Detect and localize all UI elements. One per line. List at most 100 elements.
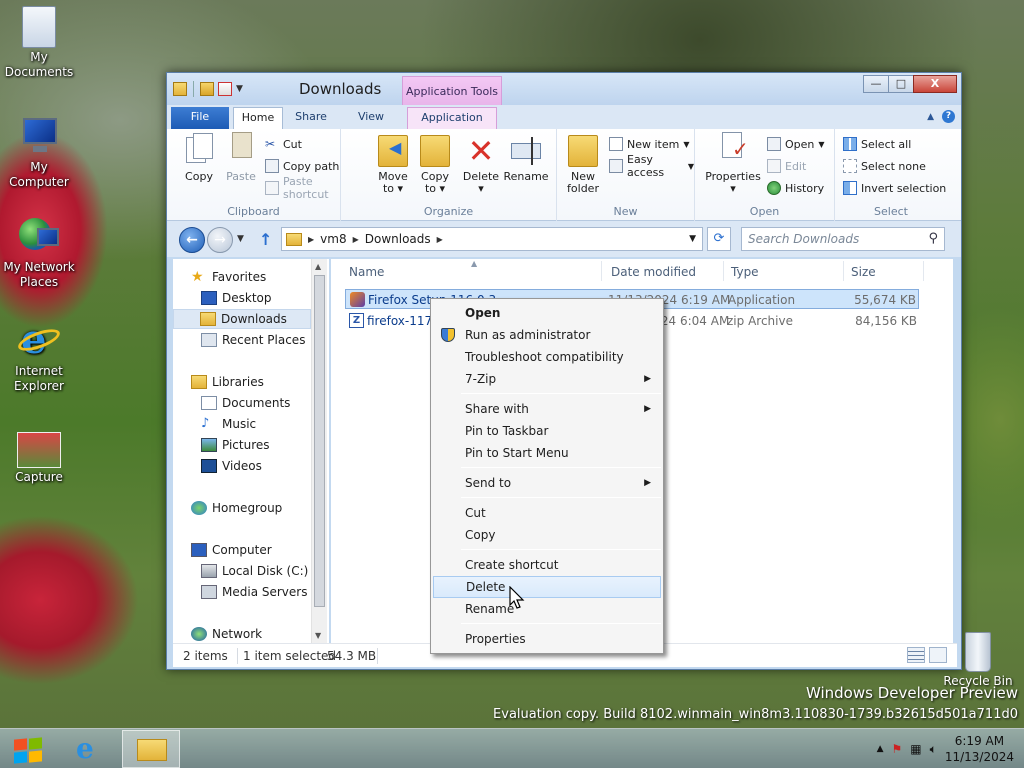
nav-downloads[interactable]: Downloads <box>173 309 311 329</box>
taskbar-file-explorer[interactable] <box>122 730 180 768</box>
tab-file[interactable]: File <box>171 107 229 129</box>
select-none-button[interactable]: Select none <box>843 157 926 175</box>
nav-media-servers[interactable]: Media Servers <box>201 582 307 602</box>
properties-qat-icon[interactable] <box>200 82 214 96</box>
breadcrumb-arrow-icon[interactable]: ▶ <box>308 235 314 244</box>
details-view-button[interactable] <box>907 647 925 663</box>
menu-item-pin-to-start[interactable]: Pin to Start Menu <box>433 442 661 464</box>
taskbar-internet-explorer[interactable]: e <box>62 730 120 768</box>
refresh-button[interactable]: ⟳ <box>707 227 731 251</box>
scroll-up-icon[interactable]: ▲ <box>315 262 321 271</box>
cut-button[interactable]: ✂ Cut <box>265 135 302 153</box>
paste-button[interactable]: Paste <box>223 132 259 183</box>
menu-item-cut[interactable]: Cut <box>433 502 661 524</box>
menu-item-share-with[interactable]: Share with ▶ <box>433 398 661 420</box>
menu-item-send-to[interactable]: Send to ▶ <box>433 472 661 494</box>
nav-videos[interactable]: Videos <box>201 456 262 476</box>
desktop-icon-recycle-bin[interactable]: Recycle Bin <box>938 632 1018 688</box>
clock[interactable]: 6:19 AM 11/13/2024 <box>945 733 1014 765</box>
easy-access-button[interactable]: Easy access ▼ <box>609 153 694 179</box>
menu-item-delete[interactable]: Delete <box>433 576 661 598</box>
chevron-down-icon[interactable]: ▼ <box>236 84 243 94</box>
search-input[interactable]: Search Downloads ⚲ <box>741 227 945 251</box>
menu-item-7zip[interactable]: 7-Zip ▶ <box>433 368 661 390</box>
up-arrow-icon[interactable]: ↑ <box>259 230 272 249</box>
nav-favorites[interactable]: ★ Favorites <box>191 267 266 287</box>
menu-item-run-as-administrator[interactable]: Run as administrator <box>433 324 661 346</box>
start-button[interactable] <box>8 735 48 765</box>
nav-pictures[interactable]: Pictures <box>201 435 270 455</box>
address-bar[interactable]: ▶ vm8 ▶ Downloads ▶ ▼ <box>281 227 703 251</box>
title-bar[interactable]: ▼ Downloads Application Tools — □ X <box>167 73 961 106</box>
recent-locations-chevron-icon[interactable]: ▼ <box>237 234 244 244</box>
desktop-icon-capture[interactable]: Capture <box>2 432 76 485</box>
desktop-icon-my-computer[interactable]: My Computer <box>2 114 76 190</box>
column-name[interactable]: Name <box>349 265 384 279</box>
tab-home[interactable]: Home <box>233 107 283 129</box>
breadcrumb-arrow-icon[interactable]: ▶ <box>353 235 359 244</box>
desktop-icon-my-network-places[interactable]: My Network Places <box>2 214 76 290</box>
nav-desktop[interactable]: Desktop <box>201 288 272 308</box>
menu-item-copy[interactable]: Copy <box>433 524 661 546</box>
scroll-down-icon[interactable]: ▼ <box>315 631 321 640</box>
breadcrumb-vm8[interactable]: vm8 <box>320 232 346 246</box>
copy-button[interactable]: Copy <box>181 133 217 183</box>
nav-recent-places[interactable]: Recent Places <box>201 330 305 350</box>
videos-icon <box>201 459 217 473</box>
copy-to-button[interactable]: Copy to ▾ <box>415 135 455 195</box>
collapse-ribbon-icon[interactable]: ▲ <box>927 112 934 122</box>
new-item-button[interactable]: New item ▼ <box>609 135 690 153</box>
menu-item-open[interactable]: Open <box>433 302 661 324</box>
close-button[interactable]: X <box>913 75 957 93</box>
column-date-modified[interactable]: Date modified <box>611 265 696 279</box>
nav-computer[interactable]: Computer <box>191 540 272 560</box>
history-button[interactable]: History <box>767 179 824 197</box>
contextual-tab-group: Application Tools <box>402 76 502 106</box>
nav-documents[interactable]: Documents <box>201 393 290 413</box>
menu-item-create-shortcut[interactable]: Create shortcut <box>433 554 661 576</box>
nav-homegroup[interactable]: Homegroup <box>191 498 282 518</box>
edit-button[interactable]: Edit <box>767 157 806 175</box>
nav-local-disk[interactable]: Local Disk (C:) <box>201 561 308 581</box>
hard-drive-icon <box>201 564 217 578</box>
paste-shortcut-button[interactable]: Paste shortcut <box>265 175 340 201</box>
rename-button[interactable]: Rename <box>503 135 549 183</box>
tab-view[interactable]: View <box>351 107 391 129</box>
nav-network[interactable]: Network <box>191 624 262 644</box>
address-dropdown-icon[interactable]: ▼ <box>689 234 696 244</box>
select-all-button[interactable]: Select all <box>843 135 911 153</box>
breadcrumb-arrow-icon[interactable]: ▶ <box>437 235 443 244</box>
desktop-icon-my-documents[interactable]: My Documents <box>2 6 76 80</box>
maximize-button[interactable]: □ <box>888 75 914 93</box>
nav-music[interactable]: ♪ Music <box>201 414 256 434</box>
column-type[interactable]: Type <box>731 265 759 279</box>
network-status-icon[interactable]: ▦ <box>910 742 921 756</box>
volume-icon[interactable]: 🔈︎ <box>930 742 937 757</box>
tab-share[interactable]: Share <box>291 107 331 129</box>
action-center-flag-icon[interactable]: ⚑ <box>892 742 903 756</box>
scroll-thumb[interactable] <box>314 275 325 607</box>
move-to-button[interactable]: ◀ Move to ▾ <box>373 135 413 195</box>
open-button[interactable]: Open ▼ <box>767 135 825 153</box>
menu-item-pin-to-taskbar[interactable]: Pin to Taskbar <box>433 420 661 442</box>
back-button[interactable]: ← <box>179 227 205 253</box>
invert-selection-button[interactable]: Invert selection <box>843 179 946 197</box>
nav-libraries[interactable]: Libraries <box>191 372 264 392</box>
nav-scrollbar[interactable]: ▲ ▼ <box>311 259 327 643</box>
menu-item-rename[interactable]: Rename <box>433 598 661 620</box>
tab-application[interactable]: Application <box>407 107 497 129</box>
desktop-icon-internet-explorer[interactable]: e Internet Explorer <box>2 318 76 394</box>
properties-button[interactable]: ✓ Properties ▾ <box>703 132 763 195</box>
show-hidden-icons-icon[interactable]: ▲ <box>877 744 884 754</box>
menu-item-troubleshoot[interactable]: Troubleshoot compatibility <box>433 346 661 368</box>
minimize-button[interactable]: — <box>863 75 889 93</box>
new-folder-button[interactable]: New folder <box>563 135 603 195</box>
menu-item-properties[interactable]: Properties <box>433 628 661 650</box>
help-icon[interactable]: ? <box>942 110 955 123</box>
column-size[interactable]: Size <box>851 265 876 279</box>
breadcrumb-downloads[interactable]: Downloads <box>365 232 431 246</box>
delete-button[interactable]: ✕ Delete ▾ <box>461 135 501 195</box>
new-folder-qat-icon[interactable] <box>218 82 232 96</box>
forward-button[interactable]: → <box>207 227 233 253</box>
copy-path-button[interactable]: Copy path <box>265 157 339 175</box>
